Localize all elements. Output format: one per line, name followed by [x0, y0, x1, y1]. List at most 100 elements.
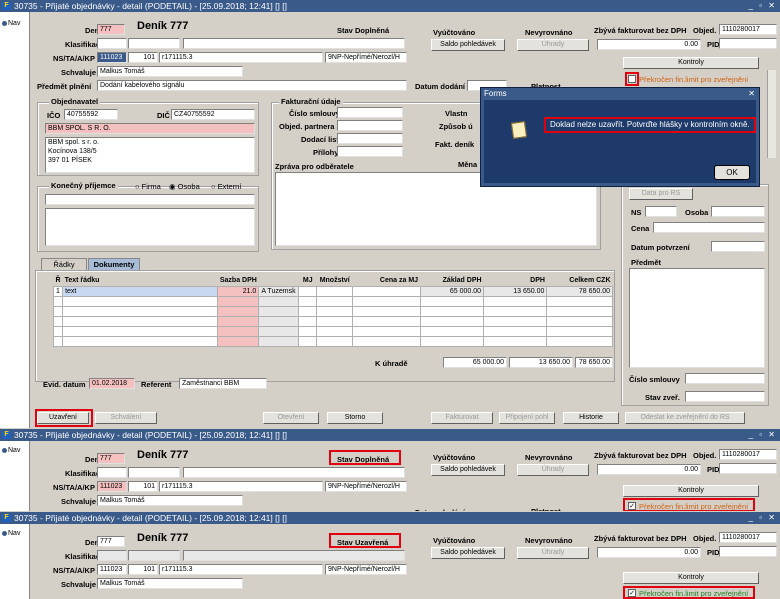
klasifikace-field-1[interactable] [97, 550, 127, 561]
prilohy-field[interactable] [337, 146, 403, 157]
schvaluje-field[interactable]: Malkus Tomáš [97, 578, 243, 589]
pripojeni-button[interactable]: Připojení pohl [499, 412, 555, 424]
ta-field[interactable]: 101 [128, 564, 158, 575]
kontroly-button[interactable]: Kontroly [623, 572, 759, 584]
fakturovat-button[interactable]: Fakturovat [431, 412, 493, 424]
a-field[interactable]: r171115.3 [159, 52, 323, 63]
ns-field[interactable]: 111023 [97, 564, 127, 575]
uhrady-button[interactable]: Úhrady [517, 464, 589, 476]
cell[interactable] [258, 325, 300, 337]
table-row[interactable] [52, 305, 613, 317]
cell[interactable] [316, 295, 354, 307]
zbyva-field[interactable]: 0.00 [597, 547, 701, 558]
cell[interactable] [258, 335, 300, 347]
prijemce-address[interactable] [45, 208, 255, 246]
cell[interactable] [298, 285, 318, 297]
klasifikace-field-3[interactable] [183, 550, 405, 561]
cell[interactable] [316, 315, 354, 327]
ico-field[interactable]: 40755592 [64, 109, 118, 120]
tab-radky[interactable]: Řádky [41, 258, 87, 270]
cell[interactable]: A Tuzemsk [258, 285, 300, 297]
prijemce-field[interactable] [45, 194, 255, 205]
radio-osoba[interactable]: ◉ Osoba [169, 182, 200, 191]
zbyva-field[interactable]: 0.00 [597, 39, 701, 50]
cell[interactable] [258, 315, 300, 327]
cell[interactable] [217, 325, 260, 337]
tab-dokumenty[interactable]: Dokumenty [88, 258, 140, 270]
cell[interactable] [298, 325, 318, 337]
kp-field[interactable]: 9NP-Nepřímé/Nerozl/H [325, 564, 407, 575]
objed-field[interactable]: 1110280017 [719, 532, 777, 543]
schvaleni-button[interactable]: Schválení [95, 412, 157, 424]
nav-item[interactable]: Nav [2, 20, 20, 27]
denik-field[interactable]: 777 [97, 24, 125, 35]
a-field[interactable]: r171115.3 [159, 481, 323, 492]
window-controls[interactable]: _ ▫ ✕ [749, 512, 777, 524]
dialog-ok-button[interactable]: OK [714, 165, 750, 180]
dialog-close-icon[interactable]: ✕ [748, 89, 755, 98]
cell[interactable] [298, 335, 318, 347]
window-controls[interactable]: _ ▫ ✕ [749, 429, 777, 441]
denik-field[interactable]: 777 [97, 536, 125, 547]
right-scrollbar[interactable] [767, 70, 776, 158]
schvaluje-field[interactable]: Malkus Tomáš [97, 495, 243, 506]
cell[interactable] [298, 295, 318, 307]
rs-datum-field[interactable] [711, 241, 765, 252]
cell[interactable] [316, 325, 354, 337]
ns-field[interactable]: 111023 [97, 481, 127, 492]
rs-predmet-field[interactable] [629, 268, 765, 368]
klasifikace-field-3[interactable] [183, 38, 405, 49]
referent-field[interactable]: Zaměstnanci BBM [179, 378, 267, 389]
data-rs-button[interactable]: Data pro RS [629, 188, 693, 200]
ns-field[interactable]: 111023 [97, 52, 127, 63]
klasifikace-field-1[interactable] [97, 467, 127, 478]
table-row[interactable] [52, 315, 613, 327]
cell[interactable] [217, 315, 260, 327]
table-row[interactable] [52, 325, 613, 337]
cell[interactable] [352, 335, 421, 347]
uhrady-button[interactable]: Úhrady [517, 39, 589, 51]
schvaluje-field[interactable]: Malkus Tomáš [97, 66, 243, 77]
saldo-button[interactable]: Saldo pohledávek [431, 39, 505, 51]
cell[interactable] [62, 305, 219, 317]
cell[interactable] [217, 295, 260, 307]
cell[interactable] [316, 305, 354, 317]
cell[interactable]: 21.0 [217, 285, 260, 297]
klasifikace-field-3[interactable] [183, 467, 405, 478]
rs-cislo-field[interactable] [685, 373, 765, 384]
window-titlebar[interactable]: F 30735 - Přijaté objednávky - detail (P… [0, 429, 780, 441]
rs-cena-field[interactable] [653, 222, 765, 233]
a-field[interactable]: r171115.3 [159, 564, 323, 575]
pid-field[interactable] [719, 546, 777, 557]
cell[interactable] [62, 335, 219, 347]
klasifikace-field-2[interactable] [128, 467, 180, 478]
cell[interactable] [316, 285, 354, 297]
klasifikace-field-2[interactable] [128, 550, 180, 561]
window-titlebar[interactable]: F 30735 - Přijaté objednávky - detail (P… [0, 512, 780, 524]
cell[interactable] [298, 315, 318, 327]
radio-externi[interactable]: ○ Externí [211, 182, 241, 191]
table-row[interactable] [52, 295, 613, 307]
denik-field[interactable]: 777 [97, 453, 125, 464]
window-titlebar[interactable]: F 30735 - Přijaté objednávky - detail (P… [0, 0, 780, 12]
saldo-button[interactable]: Saldo pohledávek [431, 464, 505, 476]
cell[interactable] [352, 285, 421, 297]
predmet-field[interactable]: Dodání kabelového signálu [97, 80, 407, 91]
storno-button[interactable]: Storno [327, 412, 383, 424]
kontroly-button[interactable]: Kontroly [623, 485, 759, 497]
dodaci-list-field[interactable] [337, 133, 403, 144]
klasifikace-field-1[interactable] [97, 38, 127, 49]
ta-field[interactable]: 101 [128, 481, 158, 492]
odeslat-button[interactable]: Odeslat ke zveřejnění do RS [625, 412, 745, 424]
cell[interactable] [352, 315, 421, 327]
cell[interactable] [352, 325, 421, 337]
rs-stav-field[interactable] [685, 391, 765, 402]
pid-field[interactable] [719, 463, 777, 474]
cislo-smlouvy-field[interactable] [337, 107, 403, 118]
nav-item[interactable]: Nav [2, 447, 20, 454]
table-row[interactable] [52, 335, 613, 347]
kontroly-button[interactable]: Kontroly [623, 57, 759, 69]
klasifikace-field-2[interactable] [128, 38, 180, 49]
ta-field[interactable]: 101 [128, 52, 158, 63]
historie-button[interactable]: Historie [563, 412, 619, 424]
